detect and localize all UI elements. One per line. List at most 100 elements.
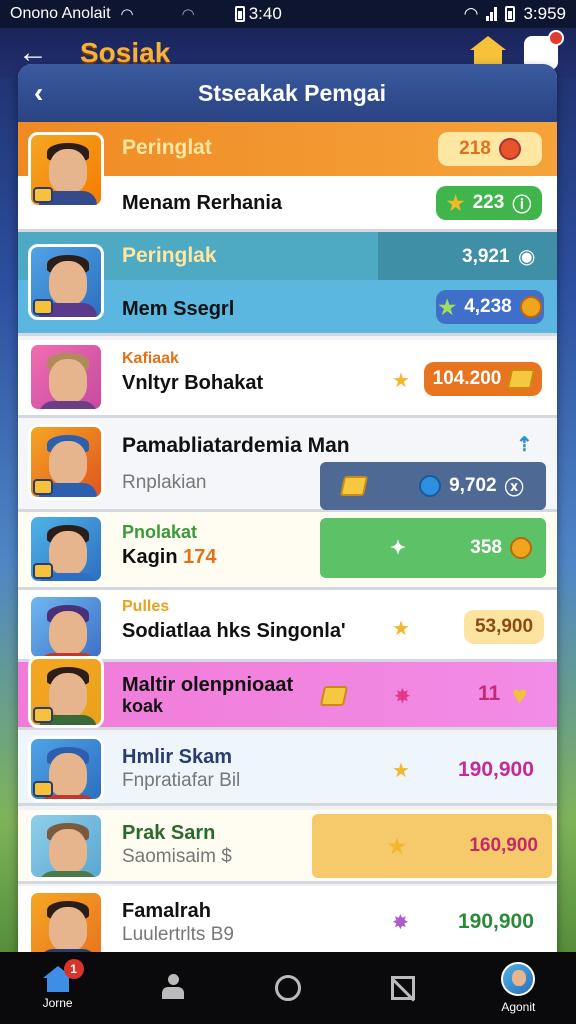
battery-icon-right [505, 6, 516, 22]
gem-icon [507, 369, 536, 389]
sparkle-icon: ✸ [394, 686, 411, 708]
leaderboard-row[interactable]: Pulles Sodiatlaa hks Singonla' ★ 53,900 [18, 590, 557, 662]
status-time-left: 3:40 [248, 4, 282, 23]
info-icon: ⓘ [512, 194, 532, 216]
leaderboard-panel: ‹ Stseakak Pemgai Peringlat Menam Rerhan… [18, 64, 557, 964]
score-pill: 104.200 [424, 362, 542, 396]
player-subtitle: Saomisaim $ [122, 846, 232, 867]
leaderboard-row[interactable]: Hmlir Skam Fnpratiafar Bil ★ 190,900 [18, 734, 557, 806]
star-icon: ★ [438, 296, 457, 319]
gem-icon [340, 476, 369, 496]
avatar [28, 424, 104, 500]
star-icon: ★ [392, 618, 410, 640]
score-text: 11 [478, 682, 501, 705]
score-pill: 218 [438, 132, 542, 166]
star-icon: ★ [392, 760, 410, 782]
leaderboard-row[interactable]: Prak Sarn Saomisaim $ ★ 160,900 [18, 810, 557, 884]
player-subtitle: Luulertrlts B9 [122, 924, 234, 945]
avatar [28, 342, 104, 412]
info-icon: ⓧ [504, 477, 524, 499]
gem-icon [319, 686, 349, 706]
player-name: Maltir olenpnioaat [122, 674, 294, 696]
leaderboard-row[interactable]: Peringlak 3,921 ◉ Mem Ssegrl ★ 4,238 [18, 232, 557, 336]
score-pill: 53,900 [464, 610, 544, 644]
player-subtitle: koak [122, 696, 164, 716]
player-name: Vnltyr Bohakat [122, 372, 264, 394]
nav-center[interactable] [248, 953, 328, 1023]
globe-icon [419, 475, 442, 497]
leaderboard-row[interactable]: Kafiaak Vnltyr Bohakat ★ 104.200 [18, 340, 557, 418]
avatar [28, 812, 104, 880]
player-subtitle: Fnpratiafar Bil [122, 770, 241, 791]
nav-home-label: Jorne [42, 996, 73, 1010]
status-bar: Onono Anolait ◠ ◠ 3:40 ◠ 3:959 [0, 0, 576, 28]
player-name: Sodiatlaa hks Singonla' [122, 620, 346, 642]
nav-home[interactable]: 1 Jorne [18, 953, 98, 1023]
avatar [28, 132, 104, 208]
score-text: 190,900 [458, 910, 534, 933]
score-pill: ★ 4,238 [436, 290, 544, 324]
avatar [28, 514, 104, 584]
score-text: 3,921 [462, 246, 510, 267]
bottom-nav: 1 Jorne Agonit [0, 952, 576, 1024]
player-name: Kagin 174 [122, 546, 217, 568]
star-icon: ★ [392, 370, 410, 392]
signal-icon [486, 7, 498, 21]
leaderboard-row[interactable]: Pamabliatardemia Man ⇡ Rnplakian 9,702 ⓧ [18, 418, 557, 512]
person-icon [161, 974, 184, 1002]
player-name: Hmlir Skam [122, 746, 233, 768]
star-icon: ★ [388, 835, 406, 858]
player-name: Prak Sarn [122, 822, 216, 844]
avatar [28, 656, 104, 728]
chevron-left-icon[interactable]: ‹ [34, 77, 74, 109]
row-tag: Pulles [122, 598, 170, 615]
circle-icon [274, 975, 301, 1001]
avatar [28, 244, 104, 320]
coin-icon [519, 296, 542, 318]
sparkle-icon: ✦ [390, 537, 406, 559]
row-tag: Pnolakat [122, 522, 198, 542]
coin-icon [510, 537, 532, 559]
player-name: Famalrah [122, 900, 211, 922]
heart-icon: ♥ [512, 680, 528, 710]
battery-icon [234, 6, 245, 22]
carrier-name: Onono Anolait [10, 5, 111, 22]
status-time-right: 3:959 [523, 4, 566, 23]
avatar [28, 890, 104, 960]
score-pill: 9,702 ⓧ [320, 462, 546, 510]
square-icon [391, 976, 416, 1000]
nav-friends[interactable] [133, 953, 213, 1023]
notification-badge: 1 [63, 959, 84, 979]
gear-icon: ◉ [518, 246, 536, 268]
rank-title: Peringlat [122, 136, 212, 159]
sparkle-icon: ✸ [392, 912, 409, 934]
wifi-icon: ◠ [120, 6, 134, 23]
leaderboard-row[interactable]: Peringlat Menam Rerhania 218 ★ 223 ⓘ [18, 122, 557, 232]
panel-title: Stseakak Pemgai [198, 79, 386, 106]
wifi-icon-right: ◠ [463, 4, 479, 23]
leaderboard-row-highlighted[interactable]: Maltir olenpnioaat koak ✸ 11 ♥ [18, 656, 557, 730]
coin-icon [498, 138, 521, 160]
nav-profile-label: Agonit [501, 1000, 536, 1014]
score-text: 190,900 [458, 758, 534, 781]
player-name: Pamabliatardemia Man [122, 434, 350, 457]
avatar [28, 736, 104, 802]
player-name: Mem Ssegrl [122, 298, 235, 320]
star-icon: ★ [446, 192, 465, 215]
trend-icon[interactable]: ⇡ [516, 432, 533, 457]
player-subtitle: Rnplakian [122, 472, 207, 493]
score-pill-bottom: ★ 223 ⓘ [436, 186, 542, 220]
row-tag: Kafiaak [122, 350, 179, 367]
wifi-off-icon: ◠ [181, 6, 195, 23]
avatar [28, 594, 104, 660]
nav-tasks[interactable] [363, 953, 443, 1023]
nav-profile[interactable]: Agonit [478, 953, 558, 1023]
notification-dot [548, 30, 564, 46]
player-name: Menam Rerhania [122, 192, 283, 214]
panel-header: ‹ Stseakak Pemgai [18, 64, 557, 122]
profile-avatar-icon [501, 962, 536, 996]
score-pill: ✦ 358 [320, 518, 546, 578]
rank-title: Peringlak [122, 244, 217, 267]
score-pill: ★ 160,900 [312, 814, 552, 878]
leaderboard-row[interactable]: Pnolakat Kagin 174 ✦ 358 [18, 512, 557, 590]
